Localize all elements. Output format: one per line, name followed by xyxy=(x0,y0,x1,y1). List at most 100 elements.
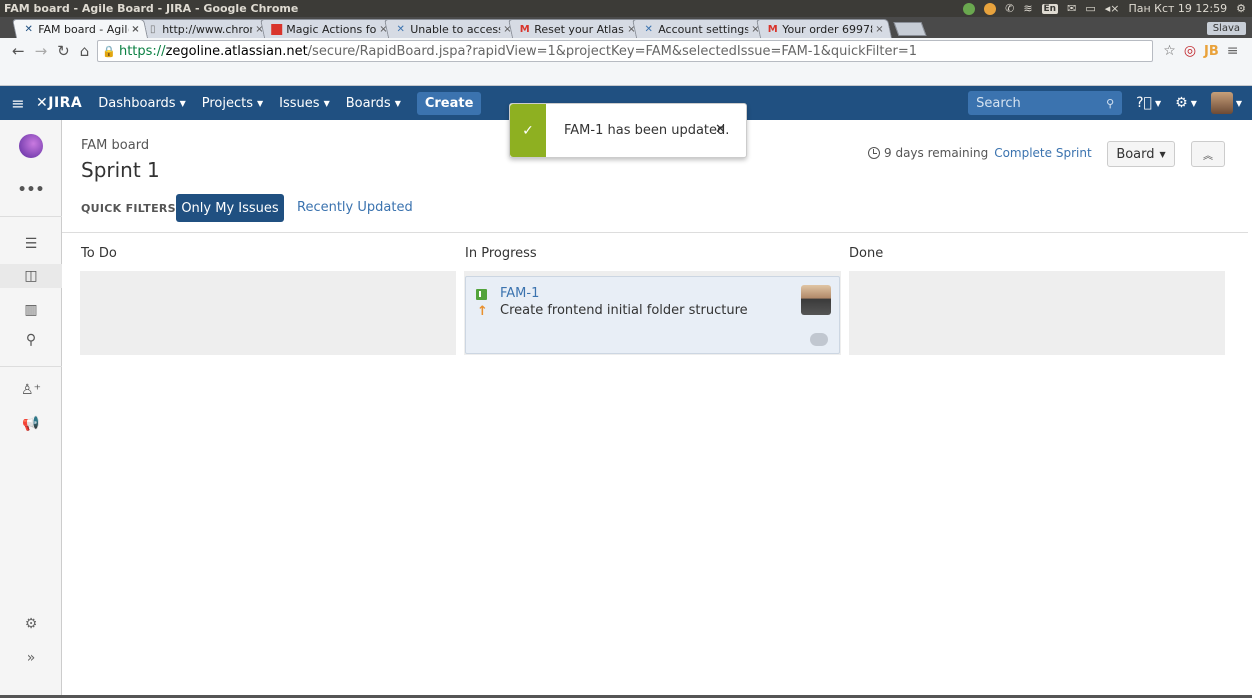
nav-label: Projects xyxy=(201,95,254,111)
app-indicator-icon[interactable] xyxy=(963,2,976,15)
tab-label: Magic Actions for xyxy=(286,22,376,36)
phone-icon[interactable]: ✆ xyxy=(1005,2,1014,15)
home-icon[interactable]: ⌂ xyxy=(80,42,90,60)
tab-fam-board[interactable]: ✕ FAM board - Agile | × xyxy=(11,19,149,38)
tab-label: Account settings - xyxy=(658,22,748,36)
breadcrumb[interactable]: FAM board xyxy=(81,138,149,153)
tab-your-order[interactable]: M Your order 699789 × xyxy=(755,19,893,38)
close-tab-icon[interactable]: × xyxy=(875,24,883,35)
avatar xyxy=(1210,92,1233,114)
jira-favicon-icon: ✕ xyxy=(644,23,653,35)
project-settings-gear-icon[interactable]: ⚙ xyxy=(0,616,62,632)
board-menu-button[interactable]: Board ▼ xyxy=(1107,141,1175,167)
tab-account-settings[interactable]: ✕ Account settings - × xyxy=(631,19,769,38)
issue-summary: Create frontend initial folder structure xyxy=(500,303,748,318)
window-title: FAM board - Agile Board - JIRA - Google … xyxy=(4,2,299,15)
caret-down-icon: ▼ xyxy=(1154,98,1162,108)
help-menu[interactable]: ?⃝ ▼ xyxy=(1136,95,1161,111)
battery-icon[interactable]: ▭ xyxy=(1085,2,1095,15)
jetbrains-extension-icon[interactable]: JB xyxy=(1204,44,1219,59)
tab-label: Unable to access a xyxy=(410,22,500,36)
caret-down-icon: ▼ xyxy=(1159,149,1166,159)
backlog-icon[interactable]: ☰ xyxy=(0,236,62,252)
jira-logo-text: JIRA xyxy=(48,95,83,111)
more-icon[interactable]: ••• xyxy=(0,182,62,198)
tab-reset-atlassian[interactable]: M Reset your Atlassia × xyxy=(507,19,645,38)
settings-menu[interactable]: ⚙ ▼ xyxy=(1175,95,1197,111)
tab-magic-actions[interactable]: Magic Actions for × xyxy=(259,19,397,38)
opera-extension-icon[interactable]: ◎ xyxy=(1184,43,1196,59)
nav-issues[interactable]: Issues ▼ xyxy=(279,96,330,111)
project-avatar[interactable] xyxy=(19,134,43,158)
create-button[interactable]: Create xyxy=(416,91,482,115)
nav-projects[interactable]: Projects ▼ xyxy=(202,96,263,111)
column-header-todo: To Do xyxy=(81,246,117,261)
chrome-menu-icon[interactable]: ≡ xyxy=(1227,43,1239,59)
project-sidebar: ••• ☰ ◫ ▥ ⚲ ♙⁺ 📢 ⚙ » xyxy=(0,120,62,695)
column-done[interactable] xyxy=(849,271,1225,355)
nav-label: Boards xyxy=(345,95,391,111)
url-path: /secure/RapidBoard.jspa?rapidView=1&proj… xyxy=(307,43,918,59)
active-sprint-icon[interactable]: ◫ xyxy=(0,264,62,288)
board-menu-label: Board xyxy=(1116,146,1155,162)
assignee-avatar xyxy=(801,285,831,315)
profile-button[interactable]: Slava xyxy=(1206,22,1246,35)
quick-filter-only-my-issues[interactable]: Only My Issues xyxy=(176,194,284,222)
issue-card[interactable]: FAM-1 ↑ Create frontend initial folder s… xyxy=(465,276,840,354)
wifi-icon[interactable]: ≋ xyxy=(1023,2,1032,15)
keyboard-layout-indicator[interactable]: En xyxy=(1041,3,1059,14)
toolbar-right: ☆ ◎ JB ≡ xyxy=(1153,38,1238,64)
user-menu[interactable]: ▼ xyxy=(1210,92,1242,114)
volume-icon[interactable]: ◂× xyxy=(1105,2,1120,15)
browser-toolbar: ← → ↻ ⌂ 🔒 https:// zegoline.atlassian.ne… xyxy=(0,38,1252,86)
column-header-in-progress: In Progress xyxy=(465,246,537,261)
feedback-megaphone-icon[interactable]: 📢 xyxy=(0,416,62,432)
clock-icon xyxy=(868,147,880,159)
nav-boards[interactable]: Boards ▼ xyxy=(346,96,401,111)
column-todo[interactable] xyxy=(80,271,456,355)
url-host: zegoline.atlassian.net xyxy=(165,43,308,59)
forward-icon[interactable]: → xyxy=(35,42,48,60)
tab-chrome-url[interactable]: ▯ http://www.chron × xyxy=(135,19,273,38)
magic-actions-favicon-icon xyxy=(271,23,283,35)
complete-sprint-link[interactable]: Complete Sprint xyxy=(994,146,1091,160)
nav-buttons: ← → ↻ ⌂ xyxy=(0,38,89,64)
new-tab-button[interactable] xyxy=(893,22,927,36)
help-icon: ?⃝ xyxy=(1136,95,1152,111)
app-switcher-icon[interactable]: ≡ xyxy=(0,94,36,113)
column-header-done: Done xyxy=(849,246,884,261)
nav-label: Dashboards xyxy=(98,95,176,111)
reload-icon[interactable]: ↻ xyxy=(57,42,70,60)
gmail-favicon-icon: M xyxy=(767,23,778,35)
nav-label: Issues xyxy=(279,95,320,111)
collapse-header-button[interactable]: ︽ xyxy=(1191,141,1225,167)
bookmark-star-icon[interactable]: ☆ xyxy=(1163,43,1176,59)
page-favicon-icon: ▯ xyxy=(149,23,156,35)
expand-sidebar-icon[interactable]: » xyxy=(0,650,62,666)
quick-filter-recently-updated[interactable]: Recently Updated xyxy=(297,200,413,215)
add-user-icon[interactable]: ♙⁺ xyxy=(0,382,62,398)
jira-favicon-icon: ✕ xyxy=(24,23,33,35)
clock[interactable]: Пан Кст 19 12:59 xyxy=(1128,2,1227,15)
tab-label: http://www.chron xyxy=(162,22,252,36)
days-remaining: 9 days remaining xyxy=(884,146,989,160)
back-icon[interactable]: ← xyxy=(12,42,25,60)
close-icon[interactable]: ✕ xyxy=(715,122,726,137)
tab-unable-to-access[interactable]: ✕ Unable to access a × xyxy=(383,19,521,38)
search-input[interactable]: Search ⚲ xyxy=(968,91,1123,115)
caret-down-icon: ▼ xyxy=(323,98,330,108)
issues-search-icon[interactable]: ⚲ xyxy=(0,332,62,348)
address-bar[interactable]: 🔒 https:// zegoline.atlassian.net /secur… xyxy=(97,40,1154,62)
reports-icon[interactable]: ▥ xyxy=(0,302,62,318)
tab-label: Reset your Atlassia xyxy=(534,22,624,36)
chrome-indicator-icon[interactable] xyxy=(984,2,997,15)
search-placeholder: Search xyxy=(976,95,1021,111)
jira-favicon-icon: ✕ xyxy=(396,23,405,35)
mail-icon[interactable]: ✉ xyxy=(1067,2,1076,15)
system-gear-icon[interactable]: ⚙ xyxy=(1236,2,1246,15)
jira-logo[interactable]: ✕JIRA xyxy=(36,95,82,111)
issue-key[interactable]: FAM-1 xyxy=(500,286,539,301)
flag-side: ✓ xyxy=(510,104,546,157)
close-tab-icon[interactable]: × xyxy=(131,24,139,35)
nav-dashboards[interactable]: Dashboards ▼ xyxy=(98,96,185,111)
